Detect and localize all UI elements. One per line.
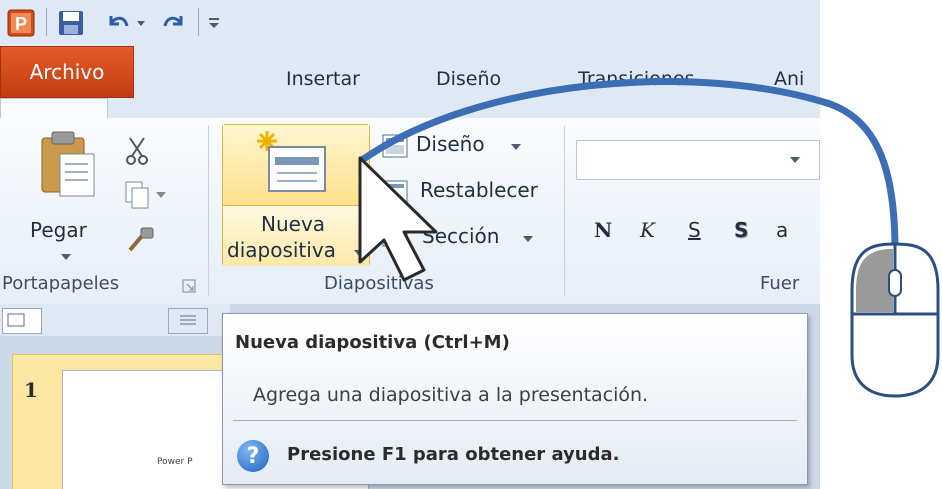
- new-slide-button-top[interactable]: [223, 125, 369, 205]
- strikethrough-button[interactable]: a: [776, 218, 788, 242]
- svg-text:P: P: [15, 14, 27, 34]
- font-dropdown-icon: [790, 157, 800, 163]
- group-separator: [564, 126, 565, 296]
- new-slide-button[interactable]: Nueva diapositiva: [222, 124, 370, 266]
- group-label-portapapeles: Portapapeles: [2, 273, 120, 294]
- paste-dropdown-icon: [61, 254, 71, 260]
- layout-dropdown-icon: [511, 144, 521, 150]
- powerpoint-logo-icon[interactable]: P: [6, 6, 36, 40]
- qat-separator: [46, 8, 47, 36]
- customize-qat-icon[interactable]: [204, 6, 224, 40]
- tooltip-help-text: Presione F1 para obtener ayuda.: [287, 444, 620, 465]
- slide-thumbnail-title: Power P: [157, 457, 193, 467]
- new-slide-icon: [257, 131, 326, 192]
- undo-icon[interactable]: [104, 6, 132, 40]
- outline-tab-icon[interactable]: [168, 308, 208, 334]
- tooltip-title: Nueva diapositiva (Ctrl+M): [235, 332, 510, 353]
- dialog-launcher-icon[interactable]: [182, 278, 196, 293]
- new-slide-label-line1: Nueva: [261, 212, 326, 236]
- copy-icon[interactable]: [124, 180, 170, 210]
- tooltip-description: Agrega una diapositiva a la presentación…: [253, 384, 649, 406]
- group-label-diapositivas: Diapositivas: [324, 273, 434, 294]
- new-slide-label-line2: diapositiva: [227, 238, 336, 262]
- slides-tab-icon[interactable]: [2, 308, 42, 334]
- underline-button[interactable]: S: [688, 218, 701, 242]
- redo-icon[interactable]: [160, 6, 188, 40]
- qat-separator: [198, 8, 199, 36]
- paste-button[interactable]: Pegar: [30, 128, 100, 268]
- paste-label: Pegar: [30, 218, 87, 242]
- layout-label: Diseño: [416, 132, 485, 156]
- italic-button[interactable]: K: [640, 218, 655, 242]
- section-dropdown-icon: [523, 236, 533, 242]
- tab-insertar[interactable]: Insertar: [286, 68, 360, 90]
- tab-animaciones[interactable]: Ani: [774, 68, 804, 90]
- undo-dropdown-icon[interactable]: [134, 6, 148, 40]
- tooltip-divider: [233, 420, 797, 421]
- group-separator: [208, 126, 209, 296]
- quick-access-toolbar: P: [0, 0, 820, 46]
- help-icon: ?: [237, 440, 269, 472]
- save-icon[interactable]: [56, 6, 86, 40]
- bold-button[interactable]: N: [594, 218, 612, 242]
- group-label-fuente: Fuer: [760, 273, 800, 294]
- tab-archivo[interactable]: Archivo: [0, 46, 134, 98]
- reset-label: Restablecer: [420, 178, 538, 202]
- slide-number: 1: [24, 378, 38, 402]
- mouse-icon: [850, 242, 940, 398]
- new-slide-button-bottom[interactable]: Nueva diapositiva: [223, 205, 369, 266]
- pane-tabs: [0, 304, 230, 336]
- format-painter-icon[interactable]: [126, 224, 156, 254]
- tab-diseno[interactable]: Diseño: [436, 68, 501, 90]
- shadow-button[interactable]: S: [734, 218, 748, 242]
- paste-icon: [41, 131, 95, 197]
- font-name-dropdown[interactable]: [576, 140, 820, 180]
- tooltip: Nueva diapositiva (Ctrl+M) Agrega una di…: [222, 313, 808, 485]
- cut-icon[interactable]: [124, 136, 150, 166]
